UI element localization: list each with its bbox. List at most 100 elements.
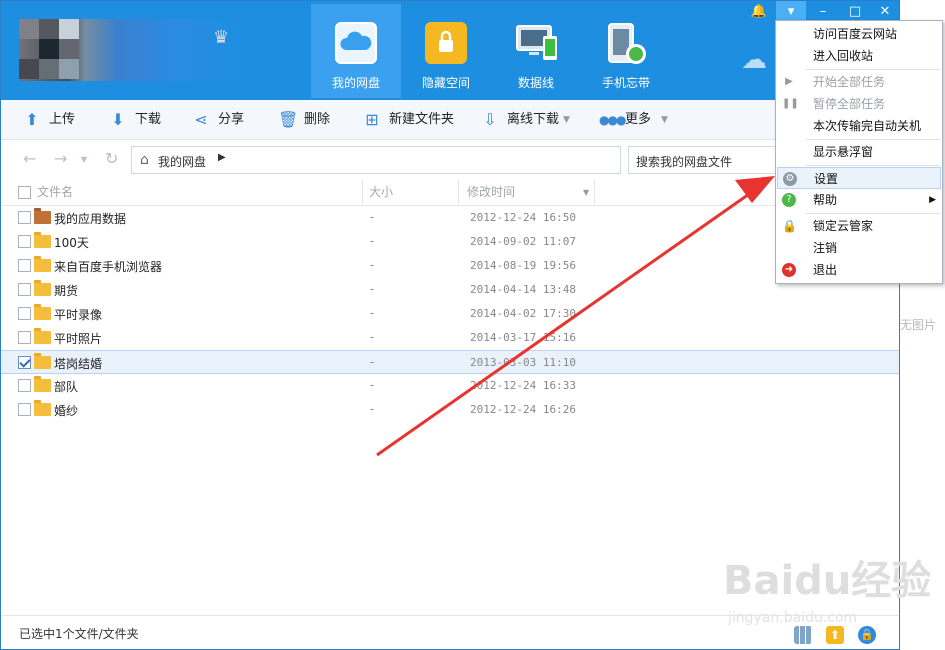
tab-data-cable[interactable]: 数据线 <box>491 4 581 98</box>
folder-icon <box>34 353 51 369</box>
chevron-right-icon[interactable]: ▶ <box>218 152 226 163</box>
home-icon[interactable]: ⌂ <box>140 152 149 168</box>
share-icon: ⋖ <box>194 110 208 129</box>
lock-shield-icon <box>425 22 467 64</box>
menu-item-settings[interactable]: ⚙ 设置 <box>777 167 941 189</box>
breadcrumb[interactable]: ⌂ 我的网盘 ▶ <box>131 146 621 174</box>
menu-divider <box>806 165 940 166</box>
file-modified-time: 2012-12-24 16:26 <box>470 403 576 416</box>
file-modified-time: 2012-12-24 16:33 <box>470 379 576 392</box>
history-dropdown-icon[interactable]: ▼ <box>81 155 87 164</box>
monitor-phone-icon <box>515 22 557 64</box>
folder-icon <box>34 232 51 248</box>
folder-icon <box>34 280 51 296</box>
row-checkbox[interactable] <box>18 259 31 272</box>
file-size: - <box>370 282 375 296</box>
menu-item-visit-website[interactable]: 访问百度云网站 <box>776 23 942 45</box>
table-row[interactable]: 部队 - 2012-12-24 16:33 <box>1 374 899 398</box>
row-checkbox[interactable] <box>18 356 31 369</box>
menu-item-auto-shutdown[interactable]: 本次传输完自动关机 <box>776 115 942 137</box>
chevron-down-icon: ▼ <box>661 115 668 125</box>
baidu-cloud-logo-icon: ☁ <box>741 45 767 75</box>
file-name[interactable]: 我的应用数据 <box>54 210 126 227</box>
file-name[interactable]: 平时照片 <box>54 330 102 347</box>
watermark-logo: Baidu经验 <box>723 558 932 604</box>
pause-icon: ❚❚ <box>782 98 799 109</box>
table-row[interactable]: 平时照片 - 2014-03-17 15:16 <box>1 326 899 350</box>
breadcrumb-item[interactable]: 我的网盘 <box>158 153 206 170</box>
row-checkbox[interactable] <box>18 283 31 296</box>
upload-queue-icon[interactable]: ⬆ <box>826 626 844 644</box>
menu-item-exit[interactable]: ➜ 退出 <box>776 259 942 281</box>
file-size: - <box>370 234 375 248</box>
file-name[interactable]: 塔岗结婚 <box>54 355 102 372</box>
row-checkbox[interactable] <box>18 211 31 224</box>
file-name[interactable]: 部队 <box>54 378 78 395</box>
file-name[interactable]: 100天 <box>54 234 89 251</box>
table-row[interactable]: 婚纱 - 2012-12-24 16:26 <box>1 398 899 422</box>
menu-item-pause-all[interactable]: ❚❚ 暂停全部任务 <box>776 93 942 115</box>
row-checkbox[interactable] <box>18 403 31 416</box>
offline-download-button[interactable]: ⇩ 离线下载 ▼ <box>481 100 571 140</box>
menu-item-help[interactable]: ? 帮助 ▶ <box>776 189 942 211</box>
file-size: - <box>370 258 375 272</box>
refresh-icon[interactable]: ↻ <box>105 149 118 168</box>
bell-icon[interactable]: 🔔 <box>744 1 774 23</box>
file-name[interactable]: 期货 <box>54 282 78 299</box>
download-icon: ⬇ <box>111 110 125 129</box>
table-row[interactable]: 塔岗结婚 - 2013-03-03 11:10 <box>1 350 899 374</box>
table-row[interactable]: 我的应用数据 - 2012-12-24 16:50 <box>1 206 899 230</box>
search-input[interactable]: 搜索我的网盘文件 <box>628 146 788 174</box>
menu-item-lock[interactable]: 🔒 锁定云管家 <box>776 215 942 237</box>
phone-sync-icon <box>605 22 647 64</box>
grid-view-icon[interactable] <box>794 626 812 644</box>
lock-icon[interactable]: 🔒 <box>858 626 876 644</box>
column-modified[interactable]: 修改时间 ▼ <box>459 180 595 206</box>
file-size: - <box>370 306 375 320</box>
more-button[interactable]: ●●● 更多 ▼ <box>599 100 671 140</box>
file-modified-time: 2014-09-02 11:07 <box>470 235 576 248</box>
folder-icon <box>34 376 51 392</box>
menu-item-start-all[interactable]: ▶ 开始全部任务 <box>776 71 942 93</box>
column-name[interactable]: 文件名 <box>1 180 363 206</box>
file-modified-time: 2013-03-03 11:10 <box>470 356 576 369</box>
tab-hidden-space[interactable]: 隐藏空间 <box>401 4 491 98</box>
folder-icon <box>34 328 51 344</box>
file-name[interactable]: 来自百度手机浏览器 <box>54 258 162 275</box>
row-checkbox[interactable] <box>18 379 31 392</box>
back-arrow-icon[interactable]: ← <box>23 149 36 168</box>
row-checkbox[interactable] <box>18 307 31 320</box>
table-row[interactable]: 期货 - 2014-04-14 13:48 <box>1 278 899 302</box>
file-name[interactable]: 平时录像 <box>54 306 102 323</box>
app-data-folder-icon <box>34 208 51 224</box>
chevron-down-icon: ▼ <box>563 115 570 125</box>
folder-icon <box>34 304 51 320</box>
cloud-icon <box>335 22 377 64</box>
menu-item-logout[interactable]: 注销 <box>776 237 942 259</box>
tab-label: 数据线 <box>517 76 554 90</box>
forward-arrow-icon[interactable]: → <box>54 149 67 168</box>
play-icon: ▶ <box>785 76 793 87</box>
row-checkbox[interactable] <box>18 331 31 344</box>
menu-divider <box>806 69 940 70</box>
column-size[interactable]: 大小 <box>363 180 459 206</box>
file-size: - <box>370 402 375 416</box>
user-avatar[interactable] <box>19 19 239 81</box>
file-modified-time: 2012-12-24 16:50 <box>470 211 576 224</box>
tab-my-netdisk[interactable]: 我的网盘 <box>311 4 401 98</box>
sort-down-icon: ▼ <box>583 188 590 197</box>
table-row[interactable]: 平时录像 - 2014-04-02 17:30 <box>1 302 899 326</box>
menu-item-floating-window[interactable]: 显示悬浮窗 <box>776 141 942 163</box>
table-row[interactable]: 来自百度手机浏览器 - 2014-08-19 19:56 <box>1 254 899 278</box>
folder-icon <box>34 256 51 272</box>
tab-phone-forgot[interactable]: 手机忘带 <box>581 4 671 98</box>
file-name[interactable]: 婚纱 <box>54 402 78 419</box>
table-row[interactable]: 100天 - 2014-09-02 11:07 <box>1 230 899 254</box>
help-icon: ? <box>782 193 796 207</box>
row-checkbox[interactable] <box>18 235 31 248</box>
folder-icon <box>34 400 51 416</box>
file-modified-time: 2014-04-02 17:30 <box>470 307 576 320</box>
column-modified-label: 修改时间 <box>467 185 516 199</box>
file-modified-time: 2014-03-17 15:16 <box>470 331 576 344</box>
menu-item-recycle-bin[interactable]: 进入回收站 <box>776 45 942 67</box>
